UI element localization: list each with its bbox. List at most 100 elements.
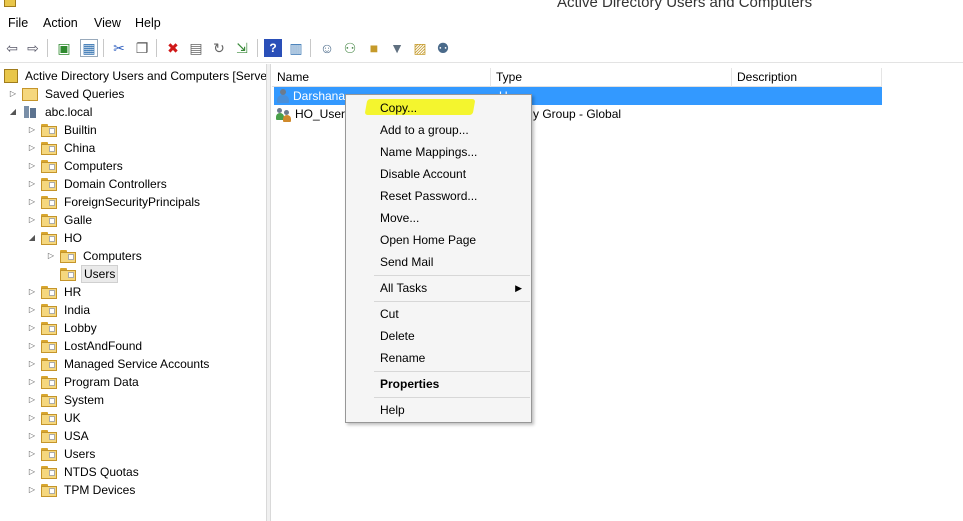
- new-ou-icon[interactable]: ■: [365, 39, 383, 57]
- menu-item-add-to-group[interactable]: Add to a group...: [347, 120, 530, 140]
- tree-item-ou[interactable]: ▷ Builtin: [27, 121, 99, 139]
- properties-icon[interactable]: ▤: [187, 39, 205, 57]
- tree-item-ou[interactable]: ▷ USA: [27, 427, 91, 445]
- expand-icon[interactable]: ▷: [27, 305, 37, 315]
- tree-label: India: [64, 303, 91, 317]
- tree-item-ou-ho[interactable]: ◢ HO: [27, 229, 84, 247]
- copy-icon[interactable]: ❐: [133, 39, 151, 57]
- expand-icon[interactable]: ▷: [27, 467, 37, 477]
- expand-icon[interactable]: ▷: [27, 359, 37, 369]
- expand-icon[interactable]: ▷: [27, 161, 37, 171]
- tree-item-ou[interactable]: ▷ NTDS Quotas: [27, 463, 141, 481]
- expand-icon[interactable]: ▷: [27, 323, 37, 333]
- tree-item-ou[interactable]: ▷ Galle: [27, 211, 94, 229]
- menu-item-send-mail[interactable]: Send Mail: [347, 252, 530, 272]
- menu-item-help[interactable]: Help: [347, 400, 530, 420]
- tree-item-ou[interactable]: ▷ LostAndFound: [27, 337, 144, 355]
- menu-item-open-home-page[interactable]: Open Home Page: [347, 230, 530, 250]
- filter-icon[interactable]: ▼: [388, 39, 406, 57]
- tree-label: USA: [64, 429, 89, 443]
- tree-item-ou[interactable]: ▷ Domain Controllers: [27, 175, 169, 193]
- new-user-icon[interactable]: ☺: [318, 39, 336, 57]
- tree-item-ou[interactable]: ▷ Program Data: [27, 373, 141, 391]
- expand-icon[interactable]: ▷: [27, 287, 37, 297]
- expand-icon[interactable]: ▷: [27, 143, 37, 153]
- add-to-group-icon[interactable]: ⚉: [434, 39, 452, 57]
- tree-label: UK: [64, 411, 81, 425]
- tree-item-ho-computers[interactable]: ▷ Computers: [46, 247, 144, 265]
- expand-icon[interactable]: ▷: [27, 341, 37, 351]
- list-header: Name Type Description: [272, 68, 882, 87]
- menu-item-properties[interactable]: Properties: [347, 374, 530, 394]
- tree-label: Lobby: [64, 321, 97, 335]
- column-header-type[interactable]: Type: [491, 68, 732, 87]
- menu-bar: File Action View Help: [0, 13, 963, 34]
- tree-label: LostAndFound: [64, 339, 143, 353]
- expand-icon[interactable]: ▷: [27, 377, 37, 387]
- menu-view[interactable]: View: [94, 16, 121, 30]
- forward-arrow-icon[interactable]: ⇨: [24, 39, 42, 57]
- tree-item-ou[interactable]: ▷ HR: [27, 283, 83, 301]
- help-icon[interactable]: ?: [264, 39, 282, 57]
- tree-label: Program Data: [64, 375, 139, 389]
- tree-label: Computers: [64, 159, 123, 173]
- menu-item-all-tasks[interactable]: All Tasks ▶: [347, 278, 530, 298]
- expand-icon[interactable]: ▷: [27, 449, 37, 459]
- domain-icon: [22, 105, 38, 119]
- expand-icon[interactable]: ▷: [27, 413, 37, 423]
- expand-icon[interactable]: ▷: [27, 125, 37, 135]
- export-list-icon[interactable]: ⇲: [233, 39, 251, 57]
- menu-item-copy[interactable]: Copy...: [347, 98, 530, 118]
- delete-icon[interactable]: ✖: [164, 39, 182, 57]
- ou-folder-icon: [41, 429, 57, 443]
- expand-icon[interactable]: ▷: [46, 251, 56, 261]
- expand-icon[interactable]: ▷: [27, 179, 37, 189]
- tree-item-ou[interactable]: ▷ Managed Service Accounts: [27, 355, 211, 373]
- new-group-icon[interactable]: ⚇: [341, 39, 359, 57]
- expand-icon[interactable]: ▷: [27, 215, 37, 225]
- expand-icon[interactable]: ▷: [27, 485, 37, 495]
- column-header-name[interactable]: Name: [272, 68, 491, 87]
- tree-label: ForeignSecurityPrincipals: [64, 195, 201, 209]
- show-console-tree-icon[interactable]: ▦: [80, 39, 98, 57]
- expand-icon[interactable]: ▷: [27, 431, 37, 441]
- cut-icon[interactable]: ✂: [110, 39, 128, 57]
- tree-item-ou[interactable]: ▷ Lobby: [27, 319, 99, 337]
- menu-item-move[interactable]: Move...: [347, 208, 530, 228]
- back-arrow-icon[interactable]: ⇦: [3, 39, 21, 57]
- expand-icon[interactable]: ▷: [27, 197, 37, 207]
- menu-item-delete[interactable]: Delete: [347, 326, 530, 346]
- tree-item-ou[interactable]: ▷ ForeignSecurityPrincipals: [27, 193, 202, 211]
- tree-root[interactable]: Active Directory Users and Computers [Se…: [4, 67, 266, 85]
- collapse-icon[interactable]: ◢: [8, 107, 18, 117]
- up-folder-icon[interactable]: ▣: [55, 39, 73, 57]
- tree-item-ho-users[interactable]: Users: [46, 265, 119, 283]
- menu-item-rename[interactable]: Rename: [347, 348, 530, 368]
- find-icon[interactable]: ▨: [411, 39, 429, 57]
- menu-item-cut[interactable]: Cut: [347, 304, 530, 324]
- menu-item-name-mappings[interactable]: Name Mappings...: [347, 142, 530, 162]
- column-header-description[interactable]: Description: [732, 68, 882, 87]
- expand-icon[interactable]: ▷: [27, 395, 37, 405]
- refresh-icon[interactable]: ↻: [210, 39, 228, 57]
- pane-splitter[interactable]: [266, 64, 271, 521]
- show-hide-action-pane-icon[interactable]: ▥: [287, 39, 305, 57]
- menu-separator: [374, 275, 530, 276]
- tree-item-ou[interactable]: ▷ China: [27, 139, 97, 157]
- ou-folder-icon: [41, 321, 57, 335]
- menu-action[interactable]: Action: [43, 16, 78, 30]
- collapse-icon[interactable]: ◢: [27, 233, 37, 243]
- tree-item-ou[interactable]: ▷ Users: [27, 445, 97, 463]
- menu-file[interactable]: File: [8, 16, 28, 30]
- menu-item-reset-password[interactable]: Reset Password...: [347, 186, 530, 206]
- expand-icon[interactable]: ▷: [8, 89, 18, 99]
- tree-item-ou[interactable]: ▷ India: [27, 301, 92, 319]
- menu-help[interactable]: Help: [135, 16, 161, 30]
- tree-item-ou[interactable]: ▷ TPM Devices: [27, 481, 137, 499]
- tree-item-saved-queries[interactable]: ▷ Saved Queries: [8, 85, 126, 103]
- tree-item-domain[interactable]: ◢ abc.local: [8, 103, 94, 121]
- menu-item-disable-account[interactable]: Disable Account: [347, 164, 530, 184]
- tree-item-ou[interactable]: ▷ System: [27, 391, 106, 409]
- tree-item-ou[interactable]: ▷ Computers: [27, 157, 125, 175]
- tree-item-ou[interactable]: ▷ UK: [27, 409, 83, 427]
